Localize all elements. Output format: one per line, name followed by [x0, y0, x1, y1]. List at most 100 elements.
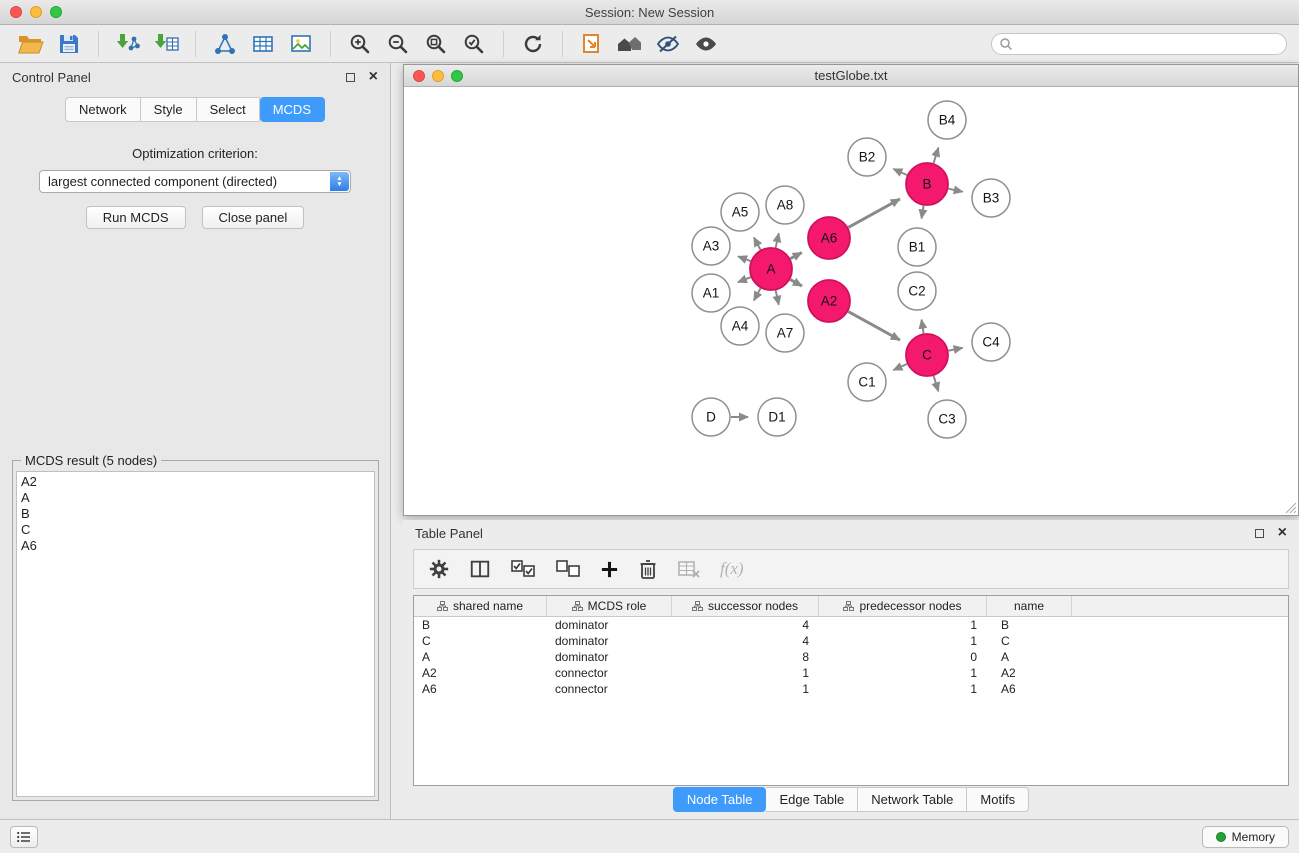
graph-edge-A-A2[interactable]: [790, 280, 802, 286]
close-panel-button[interactable]: Close panel: [202, 206, 305, 229]
float-panel-icon[interactable]: [346, 73, 355, 82]
cell-name[interactable]: A2: [987, 666, 1072, 680]
hide-graphics-details-button[interactable]: [651, 29, 685, 59]
tab-network[interactable]: Network: [65, 97, 141, 122]
graph-edge-C-C3[interactable]: [934, 376, 939, 391]
graph-edge-C-C2[interactable]: [922, 320, 924, 334]
tab-network-table[interactable]: Network Table: [858, 787, 967, 812]
table-row[interactable]: A dominator 8 0 A: [414, 649, 1288, 665]
cell-shared-name[interactable]: A2: [414, 666, 547, 680]
home-views-button[interactable]: [613, 29, 647, 59]
cell-mcds-role[interactable]: connector: [547, 682, 672, 696]
run-mcds-button[interactable]: Run MCDS: [86, 206, 186, 229]
zoom-out-button[interactable]: [381, 29, 415, 59]
close-window-button[interactable]: [10, 6, 22, 18]
select-all-columns-button[interactable]: [510, 559, 536, 579]
export-image-button[interactable]: [284, 29, 318, 59]
show-columns-button[interactable]: [469, 558, 491, 580]
tab-mcds[interactable]: MCDS: [260, 97, 325, 122]
table-row[interactable]: A6 connector 1 1 A6: [414, 681, 1288, 697]
graph-edge-C-C1[interactable]: [893, 364, 907, 370]
cell-shared-name[interactable]: A6: [414, 682, 547, 696]
column-header-predecessor-nodes[interactable]: predecessor nodes: [819, 596, 987, 616]
search-input[interactable]: [1013, 37, 1279, 51]
graph-edge-A-A4[interactable]: [754, 288, 761, 300]
zoom-in-button[interactable]: [343, 29, 377, 59]
graph-edge-A-A5[interactable]: [754, 238, 761, 250]
cell-name[interactable]: B: [987, 618, 1072, 632]
graph-edge-A-A8[interactable]: [776, 233, 779, 247]
table-settings-button[interactable]: [428, 558, 450, 580]
tab-edge-table[interactable]: Edge Table: [766, 787, 858, 812]
zoom-selected-button[interactable]: [457, 29, 491, 59]
column-header-mcds-role[interactable]: MCDS role: [547, 596, 672, 616]
refresh-button[interactable]: [516, 29, 550, 59]
column-header-successor-nodes[interactable]: successor nodes: [672, 596, 819, 616]
result-item[interactable]: A6: [21, 538, 370, 554]
graph-edge-C-C4[interactable]: [949, 348, 963, 351]
graph-edge-A-A3[interactable]: [738, 256, 750, 261]
cell-shared-name[interactable]: C: [414, 634, 547, 648]
graph-edge-B-B4[interactable]: [934, 148, 939, 163]
graph-edge-B-B2[interactable]: [893, 169, 907, 175]
network-window-titlebar[interactable]: testGlobe.txt: [404, 65, 1298, 87]
network-graph[interactable]: AA2A6BCA1A3A4A5A7A8B1B2B3B4C1C2C3C4DD1: [404, 87, 1296, 514]
tab-select[interactable]: Select: [197, 97, 260, 122]
new-network-button[interactable]: [208, 29, 242, 59]
deselect-all-columns-button[interactable]: [555, 559, 581, 579]
cell-mcds-role[interactable]: dominator: [547, 634, 672, 648]
cell-successor-nodes[interactable]: 8: [672, 650, 819, 664]
cell-name[interactable]: C: [987, 634, 1072, 648]
cell-successor-nodes[interactable]: 4: [672, 618, 819, 632]
cell-mcds-role[interactable]: connector: [547, 666, 672, 680]
cell-predecessor-nodes[interactable]: 1: [819, 682, 987, 696]
new-table-button[interactable]: [246, 29, 280, 59]
zoom-fit-button[interactable]: [419, 29, 453, 59]
graph-edge-A-A1[interactable]: [738, 277, 751, 282]
show-graphics-details-button[interactable]: [689, 29, 723, 59]
table-row[interactable]: C dominator 4 1 C: [414, 633, 1288, 649]
cell-name[interactable]: A6: [987, 682, 1072, 696]
result-item[interactable]: B: [21, 506, 370, 522]
graph-edge-A6-B[interactable]: [848, 199, 900, 227]
close-panel-icon[interactable]: ×: [369, 70, 378, 84]
cell-successor-nodes[interactable]: 4: [672, 634, 819, 648]
search-box[interactable]: [991, 33, 1287, 55]
result-item[interactable]: A2: [21, 474, 370, 490]
open-file-button[interactable]: [14, 29, 48, 59]
cell-mcds-role[interactable]: dominator: [547, 618, 672, 632]
result-item[interactable]: A: [21, 490, 370, 506]
graph-edge-A2-C[interactable]: [848, 312, 900, 340]
zoom-network-window-button[interactable]: [451, 70, 463, 82]
import-network-from-file-button[interactable]: [111, 29, 145, 59]
optimization-criterion-dropdown[interactable]: largest connected component (directed) ▲…: [39, 170, 351, 193]
delete-column-button[interactable]: [638, 558, 658, 580]
minimize-network-window-button[interactable]: [432, 70, 444, 82]
memory-button[interactable]: Memory: [1202, 826, 1289, 848]
table-row[interactable]: B dominator 4 1 B: [414, 617, 1288, 633]
save-session-button[interactable]: [52, 29, 86, 59]
close-network-window-button[interactable]: [413, 70, 425, 82]
close-table-panel-icon[interactable]: ×: [1278, 526, 1287, 540]
tab-motifs[interactable]: Motifs: [967, 787, 1029, 812]
result-item[interactable]: C: [21, 522, 370, 538]
cell-predecessor-nodes[interactable]: 1: [819, 634, 987, 648]
graph-edge-A-A7[interactable]: [776, 291, 779, 305]
cell-predecessor-nodes[interactable]: 0: [819, 650, 987, 664]
column-header-name[interactable]: name: [987, 596, 1072, 616]
show-panels-menu-button[interactable]: [10, 826, 38, 848]
graph-edge-A-A6[interactable]: [790, 253, 801, 259]
table-row[interactable]: A2 connector 1 1 A2: [414, 665, 1288, 681]
network-canvas[interactable]: AA2A6BCA1A3A4A5A7A8B1B2B3B4C1C2C3C4DD1: [404, 87, 1298, 514]
cell-predecessor-nodes[interactable]: 1: [819, 666, 987, 680]
import-table-from-file-button[interactable]: [149, 29, 183, 59]
graph-edge-B-B3[interactable]: [949, 189, 963, 192]
zoom-window-button[interactable]: [50, 6, 62, 18]
minimize-window-button[interactable]: [30, 6, 42, 18]
cell-shared-name[interactable]: A: [414, 650, 547, 664]
cell-successor-nodes[interactable]: 1: [672, 682, 819, 696]
graph-edge-B-B1[interactable]: [922, 206, 924, 219]
tab-node-table[interactable]: Node Table: [673, 787, 767, 812]
cell-name[interactable]: A: [987, 650, 1072, 664]
cell-predecessor-nodes[interactable]: 1: [819, 618, 987, 632]
